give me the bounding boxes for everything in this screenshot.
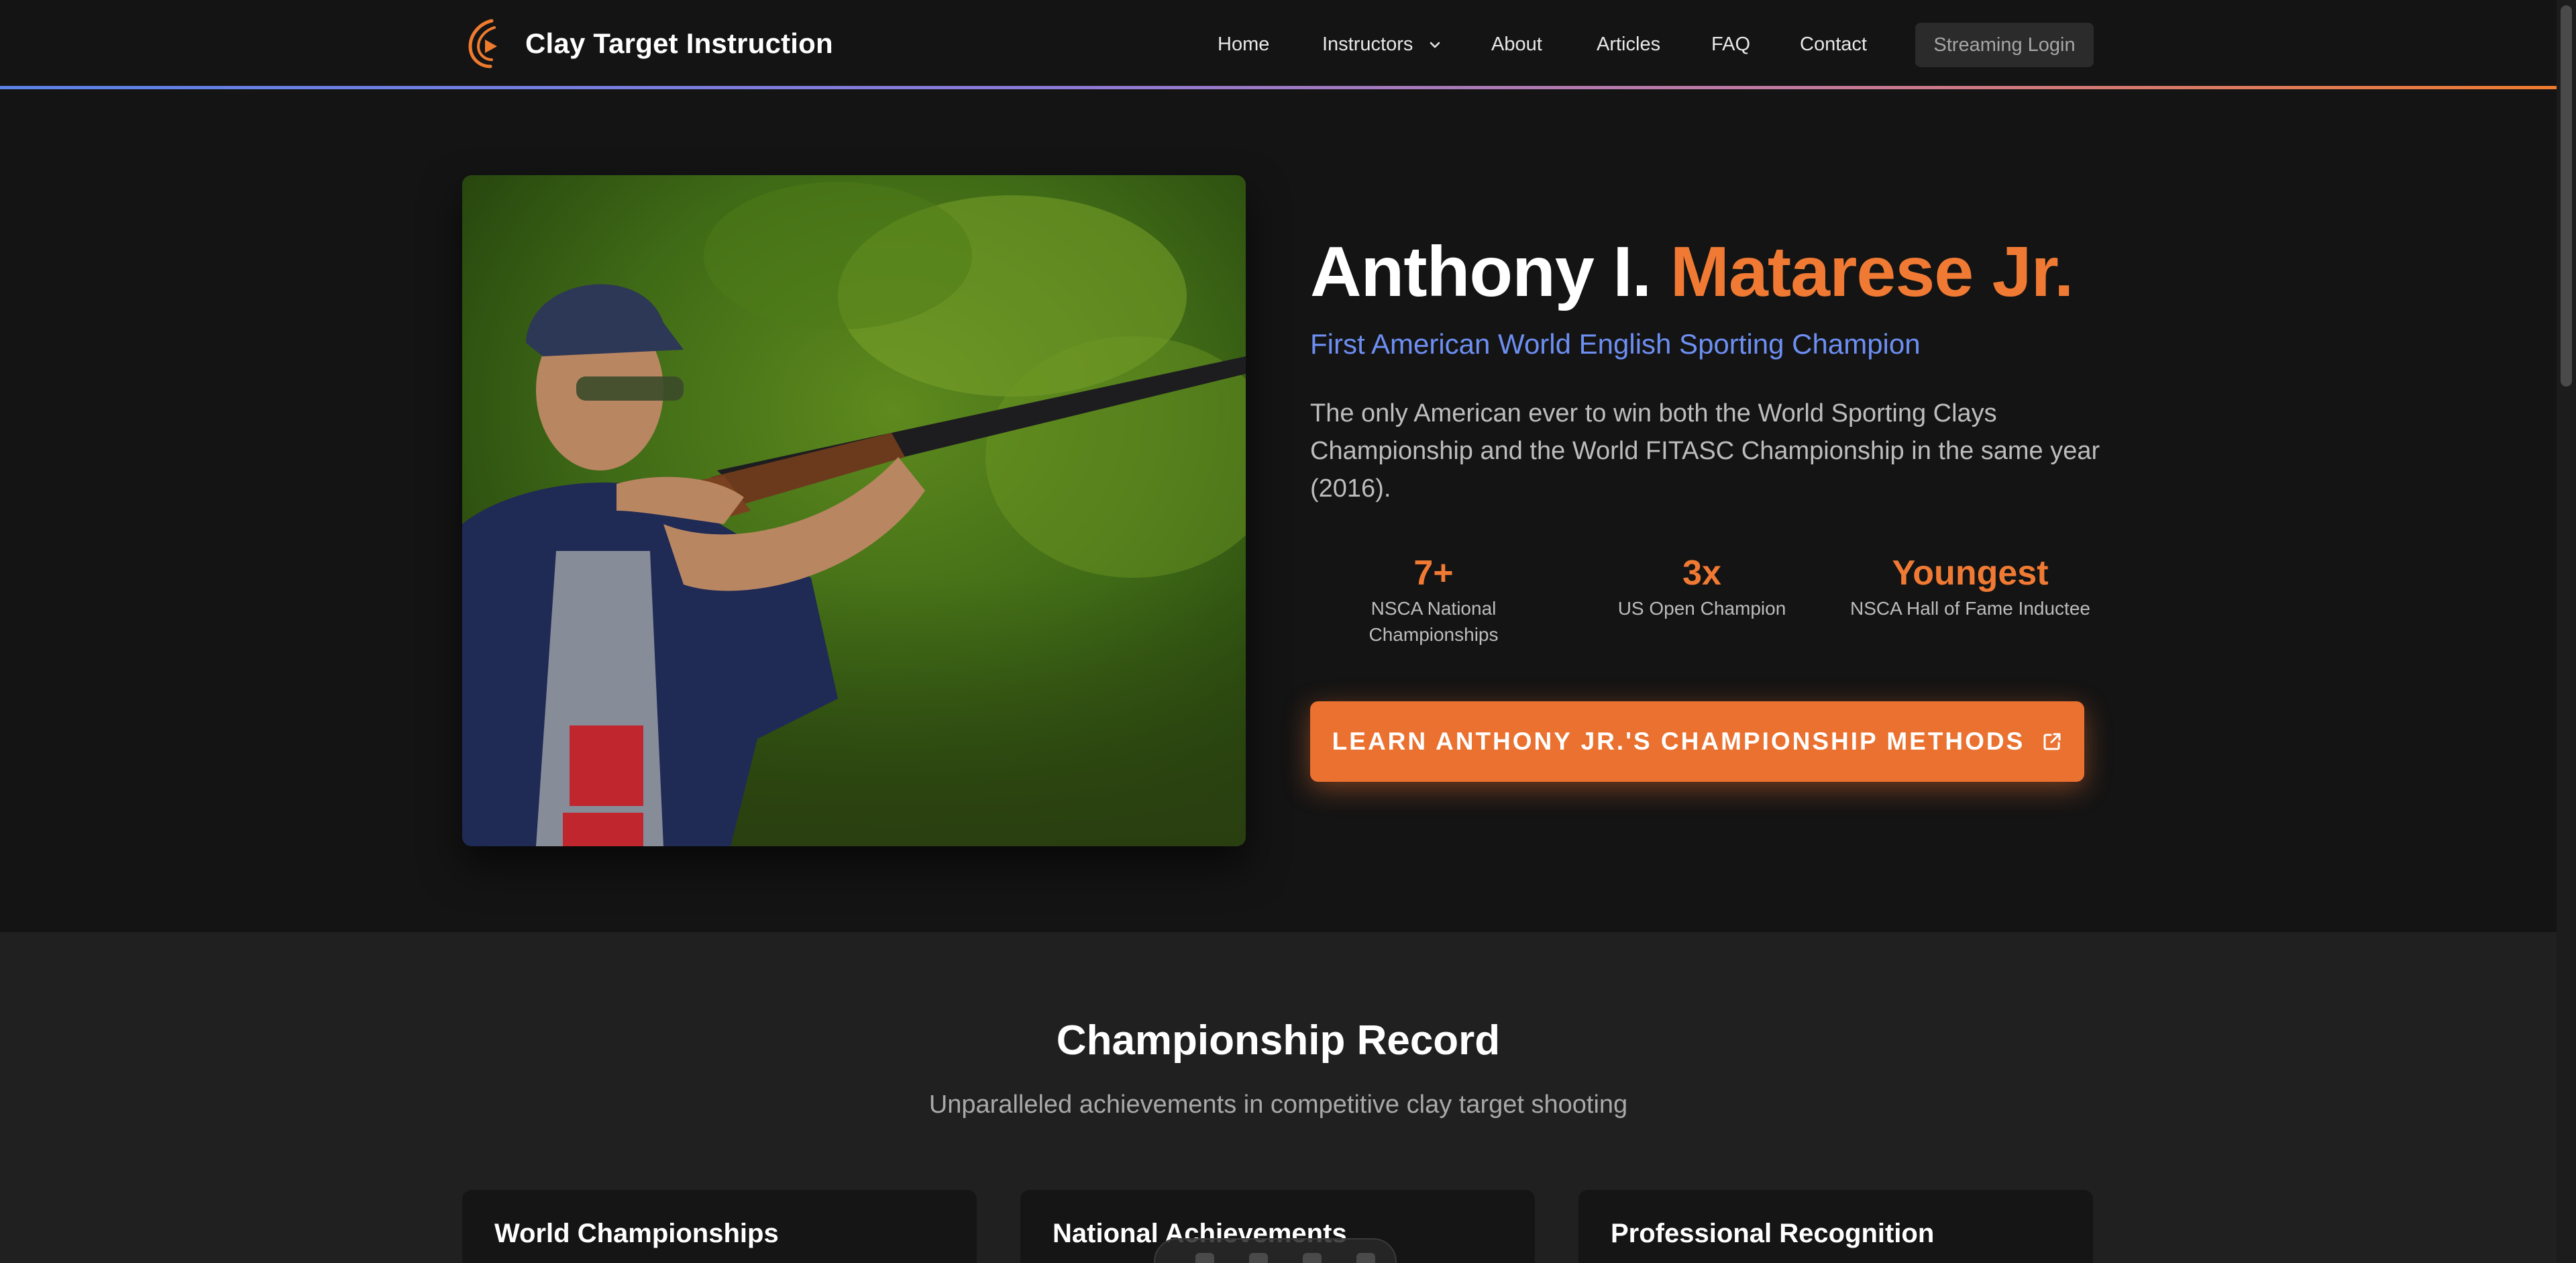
stat-hall-of-fame: Youngest NSCA Hall of Fame Inductee: [1836, 552, 2104, 621]
toolbar-icon[interactable]: [1303, 1253, 1322, 1263]
streaming-login-button[interactable]: Streaming Login: [1915, 23, 2094, 67]
nav-links: Home Instructors About Articles FAQ Cont…: [0, 30, 2557, 59]
nav-link-home[interactable]: Home: [1218, 30, 1269, 59]
card-title: World Championships: [494, 1219, 779, 1248]
hero-section: Anthony I. Matarese Jr. First American W…: [0, 89, 2557, 932]
scrollbar-thumb[interactable]: [2561, 5, 2572, 387]
nav-link-instructors-label: Instructors: [1322, 34, 1413, 55]
stat-nsca-championships: 7+ NSCA National Championships: [1299, 552, 1568, 648]
stat-label: US Open Champion: [1617, 598, 1786, 619]
championship-record-section: Championship Record Unparalleled achieve…: [0, 932, 2557, 1263]
instructor-last-name: Matarese Jr.: [1670, 232, 2074, 311]
stat-value: 3x: [1682, 554, 1721, 593]
external-link-icon: [2043, 733, 2061, 750]
card-professional-recognition: Professional Recognition: [1578, 1190, 2093, 1263]
instructor-title: First American World English Sporting Ch…: [1310, 328, 1921, 360]
stat-label: NSCA National Championships: [1368, 598, 1499, 645]
stat-value: 7+: [1413, 554, 1454, 593]
toolbar-icon[interactable]: [1195, 1253, 1214, 1263]
top-nav: Clay Target Instruction Home Instructors…: [0, 0, 2557, 89]
stat-value: Youngest: [1892, 554, 2049, 593]
section-subtitle: Unparalleled achievements in competitive…: [928, 1091, 1628, 1119]
cta-label: LEARN ANTHONY JR.'S CHAMPIONSHIP METHODS: [1332, 727, 2025, 755]
floating-toolbar[interactable]: [1154, 1238, 1397, 1263]
nav-link-instructors[interactable]: Instructors: [1322, 30, 1442, 59]
toolbar-icon[interactable]: [1249, 1253, 1268, 1263]
championship-methods-button[interactable]: LEARN ANTHONY JR.'S CHAMPIONSHIP METHODS: [1310, 701, 2084, 782]
stat-us-open: 3x US Open Champion: [1568, 552, 1836, 621]
card-title: Professional Recognition: [1611, 1219, 1935, 1248]
nav-link-articles[interactable]: Articles: [1597, 30, 1660, 59]
instructor-description: The only American ever to win both the W…: [1310, 399, 2100, 503]
chevron-down-icon: [1430, 42, 1440, 48]
section-title: Championship Record: [1056, 1017, 1501, 1064]
instructor-photo: [462, 175, 1246, 846]
nav-link-about[interactable]: About: [1491, 30, 1542, 59]
toolbar-icon[interactable]: [1356, 1253, 1375, 1263]
card-world-championships: World Championships: [462, 1190, 977, 1263]
instructor-name: Anthony I. Matarese Jr.: [1310, 232, 2074, 313]
instructor-first-name: Anthony I.: [1310, 232, 1670, 311]
stat-label: NSCA Hall of Fame Inductee: [1850, 598, 2090, 619]
nav-link-faq[interactable]: FAQ: [1711, 30, 1750, 59]
page-scrollbar[interactable]: [2557, 0, 2576, 1263]
nav-link-contact[interactable]: Contact: [1800, 30, 1867, 59]
